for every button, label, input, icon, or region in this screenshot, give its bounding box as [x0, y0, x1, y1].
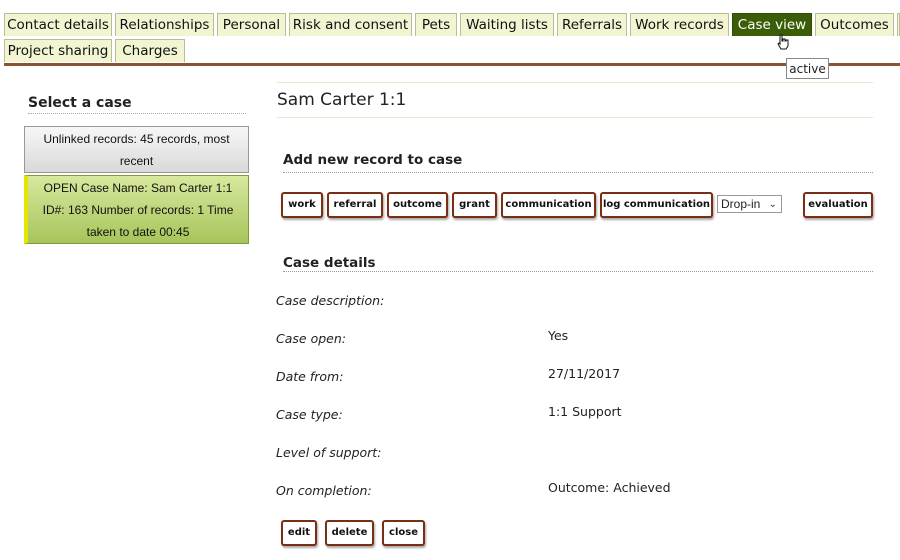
divider [283, 172, 873, 173]
case-description-label: Case description: [276, 293, 385, 308]
grant-button[interactable]: grant [452, 192, 497, 218]
work-button[interactable]: work [281, 192, 323, 218]
tab-referrals[interactable]: Referrals [557, 13, 627, 36]
tab-charges[interactable]: Charges [115, 39, 185, 62]
case-open-label: Case open: [276, 331, 346, 346]
tab-case-view[interactable]: Case view [732, 13, 812, 36]
case-details-heading: Case details [283, 255, 376, 271]
date-from-value: 27/11/2017 [548, 366, 621, 381]
page-title: Sam Carter 1:1 [277, 90, 407, 110]
divider [277, 117, 873, 118]
select-case-heading: Select a case [28, 95, 246, 114]
communication-type-select[interactable]: Drop-in ⌄ [717, 195, 782, 213]
tab-waiting-lists[interactable]: Waiting lists [460, 13, 554, 36]
tab-work-records[interactable]: Work records [630, 13, 729, 36]
hand-cursor-icon [777, 34, 789, 50]
tooltip: active [786, 58, 829, 79]
case-item-unlinked[interactable]: Unlinked records: 45 records, most recen… [24, 126, 249, 173]
evaluation-button[interactable]: evaluation [803, 192, 873, 218]
log-communication-button[interactable]: log communication [600, 192, 713, 218]
referral-button[interactable]: referral [327, 192, 383, 218]
divider [283, 271, 873, 272]
tab-risk-and-consent[interactable]: Risk and consent [289, 13, 412, 36]
case-type-label: Case type: [276, 407, 343, 422]
date-from-label: Date from: [276, 369, 344, 384]
tab-outcomes[interactable]: Outcomes [815, 13, 894, 36]
select-value: Drop-in [721, 197, 761, 211]
tab-pets[interactable]: Pets [415, 13, 457, 36]
case-type-value: 1:1 Support [548, 404, 622, 419]
chevron-down-icon: ⌄ [768, 199, 777, 210]
tab-personal[interactable]: Personal [217, 13, 286, 36]
close-button[interactable]: close [382, 520, 425, 546]
divider [277, 82, 873, 83]
case-open-value: Yes [548, 328, 569, 343]
tab-underline-bar [4, 63, 900, 66]
level-of-support-label: Level of support: [276, 445, 382, 460]
tab-relationships[interactable]: Relationships [115, 13, 214, 36]
add-record-heading: Add new record to case [283, 152, 463, 168]
communication-button[interactable]: communication [501, 192, 596, 218]
case-item-open[interactable]: OPEN Case Name: Sam Carter 1:1 ID#: 163 … [24, 175, 249, 244]
tab-project-sharing[interactable]: Project sharing [4, 39, 112, 62]
on-completion-label: On completion: [276, 483, 372, 498]
edit-button[interactable]: edit [281, 520, 317, 546]
tab-contact-details[interactable]: Contact details [4, 13, 112, 36]
outcome-button[interactable]: outcome [387, 192, 448, 218]
on-completion-value: Outcome: Achieved [548, 480, 671, 495]
delete-button[interactable]: delete [325, 520, 374, 546]
